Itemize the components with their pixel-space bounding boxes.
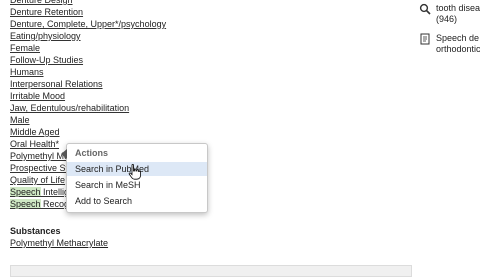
document-icon bbox=[420, 33, 430, 45]
mesh-term-link[interactable]: Quality of Life bbox=[10, 175, 65, 185]
mesh-term-link[interactable]: Eating/physiology bbox=[10, 31, 81, 41]
mesh-term-link[interactable]: Jaw, Edentulous/rehabilitation bbox=[10, 103, 129, 113]
mesh-term-link[interactable]: Denture Retention bbox=[10, 7, 83, 17]
mesh-term-item: Humans bbox=[10, 66, 166, 78]
mesh-term-item: Follow-Up Studies bbox=[10, 54, 166, 66]
search-highlight: Speech bbox=[10, 187, 41, 197]
mesh-term-item: Denture, Complete, Upper*/psychology bbox=[10, 18, 166, 30]
substance-link[interactable]: Polymethyl Methacrylate bbox=[10, 238, 108, 248]
mesh-term-item: Interpersonal Relations bbox=[10, 78, 166, 90]
mesh-term-link[interactable]: Female bbox=[10, 43, 40, 53]
sidebar-result-count: (946) bbox=[436, 14, 458, 24]
popup-title: Actions bbox=[75, 148, 109, 158]
mesh-term-item: Female bbox=[10, 42, 166, 54]
search-icon bbox=[419, 3, 431, 15]
sidebar-document-result[interactable]: Speech de orthodontic bbox=[415, 30, 480, 56]
mesh-term-link[interactable]: Interpersonal Relations bbox=[10, 79, 103, 89]
mesh-term-item: Middle Aged bbox=[10, 126, 166, 138]
mesh-term-item: Irritable Mood bbox=[10, 90, 166, 102]
hand-cursor-icon bbox=[128, 164, 141, 180]
add-to-search-item[interactable]: Add to Search bbox=[67, 194, 207, 208]
popup-pointer bbox=[61, 149, 67, 159]
mesh-term-link[interactable]: Humans bbox=[10, 67, 44, 77]
mesh-term-link[interactable]: Denture Design bbox=[10, 0, 73, 5]
substances-heading: Substances bbox=[10, 226, 61, 236]
mesh-term-link[interactable]: Male bbox=[10, 115, 30, 125]
mesh-term-link[interactable]: Denture, Complete, Upper*/psychology bbox=[10, 19, 166, 29]
mesh-term-item: Denture Retention bbox=[10, 6, 166, 18]
search-in-mesh-item[interactable]: Search in MeSH bbox=[67, 178, 207, 192]
sidebar-search-result[interactable]: tooth disea (946) bbox=[415, 0, 480, 30]
sidebar-doc-title: Speech de bbox=[436, 33, 480, 43]
mesh-term-item: Male bbox=[10, 114, 166, 126]
mesh-term-item: Eating/physiology bbox=[10, 30, 166, 42]
search-highlight: Speech bbox=[10, 199, 41, 209]
mesh-term-link[interactable]: Oral Health* bbox=[10, 139, 59, 149]
mesh-term-link[interactable]: Follow-Up Studies bbox=[10, 55, 83, 65]
sidebar-result-title: tooth disea bbox=[436, 3, 480, 13]
mesh-term-link[interactable]: Middle Aged bbox=[10, 127, 60, 137]
mesh-term-link[interactable]: Irritable Mood bbox=[10, 91, 65, 101]
bottom-panel-bar bbox=[10, 265, 412, 277]
sidebar-doc-subtitle: orthodontic bbox=[436, 44, 480, 54]
mesh-term-item: Jaw, Edentulous/rehabilitation bbox=[10, 102, 166, 114]
